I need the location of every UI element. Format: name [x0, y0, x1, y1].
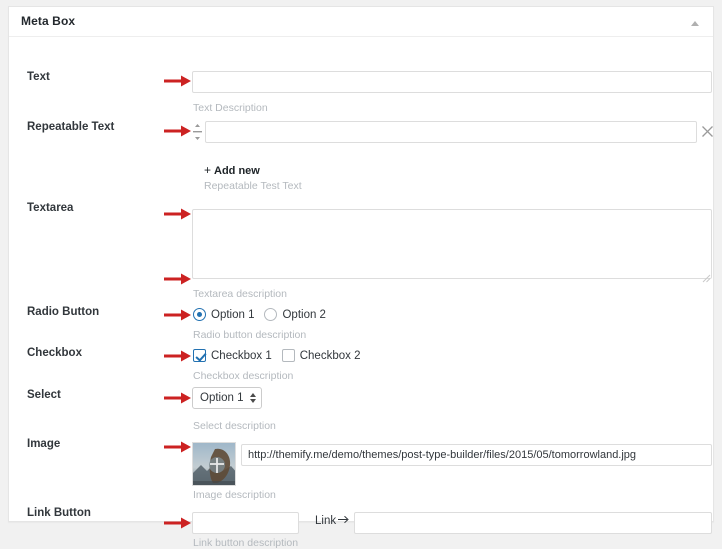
checkbox-icon-checked[interactable]	[193, 349, 206, 362]
plus-icon: +	[204, 163, 212, 177]
link-button-text-input[interactable]	[192, 512, 299, 534]
red-arrow-icon	[164, 441, 192, 453]
red-arrow-icon	[164, 273, 192, 285]
drag-handle-icon[interactable]	[192, 123, 203, 141]
checkbox-group: Checkbox 1 Checkbox 2	[193, 349, 360, 362]
text-input[interactable]	[192, 71, 712, 93]
image-thumbnail[interactable]	[192, 442, 236, 486]
checkbox-option-2-label: Checkbox 2	[299, 349, 361, 362]
field-label-link-button: Link Button	[27, 507, 91, 519]
field-label-checkbox: Checkbox	[27, 347, 82, 359]
red-arrow-icon	[164, 309, 192, 321]
field-description-select: Select description	[193, 420, 276, 432]
radio-icon-unchecked[interactable]	[264, 308, 278, 321]
add-new-label: Add new	[214, 165, 260, 177]
checkbox-icon-unchecked[interactable]	[281, 349, 295, 362]
field-description-link-button: Link button description	[193, 537, 299, 549]
field-description-textarea: Textarea description	[193, 288, 287, 300]
field-description-repeatable-text: Repeatable Test Text	[204, 180, 302, 192]
chevron-up-icon[interactable]	[685, 13, 705, 33]
checkbox-option-1-label: Checkbox 1	[211, 349, 272, 362]
add-new-link[interactable]: + Add new	[204, 163, 260, 177]
red-arrow-icon	[164, 392, 192, 404]
repeatable-text-input[interactable]	[205, 121, 697, 143]
link-url-input[interactable]	[354, 512, 712, 534]
meta-box-body: Text Text Description Repeatable Text + …	[9, 37, 715, 549]
chevron-updown-icon	[249, 391, 257, 405]
checkbox-option-2[interactable]: Checkbox 2	[281, 349, 361, 362]
textarea-input[interactable]	[192, 209, 712, 279]
checkbox-option-1[interactable]: Checkbox 1	[193, 349, 272, 362]
radio-option-1-label: Option 1	[211, 308, 255, 321]
close-x-icon[interactable]	[701, 125, 715, 139]
field-label-repeatable-text: Repeatable Text	[27, 121, 115, 133]
arrow-right-icon	[338, 515, 349, 527]
field-description-image: Image description	[193, 489, 276, 501]
meta-box-header: Meta Box	[9, 7, 713, 37]
field-description-text: Text Description	[193, 102, 268, 114]
link-label-text: Link	[315, 515, 337, 527]
radio-option-2-label: Option 2	[282, 308, 326, 321]
radio-group: Option 1 Option 2	[193, 308, 326, 321]
meta-box-panel: Meta Box Text Text Description Repeatabl…	[8, 6, 715, 549]
page-title: Meta Box	[21, 14, 76, 28]
radio-option-1[interactable]: Option 1	[193, 308, 254, 321]
field-label-select: Select	[27, 389, 61, 401]
link-inline-label: Link	[315, 515, 349, 527]
field-description-radio: Radio button description	[193, 329, 307, 341]
red-arrow-icon	[164, 350, 192, 362]
select-dropdown[interactable]: Option 1	[192, 387, 263, 409]
radio-icon-checked[interactable]	[193, 308, 206, 321]
radio-option-2[interactable]: Option 2	[264, 308, 326, 321]
red-arrow-icon	[164, 208, 192, 220]
field-label-textarea: Textarea	[27, 202, 74, 214]
field-label-text: Text	[27, 71, 50, 83]
select-value: Option 1	[200, 392, 244, 404]
red-arrow-icon	[164, 75, 192, 87]
red-arrow-icon	[164, 517, 192, 529]
red-arrow-icon	[164, 125, 192, 137]
image-url-input[interactable]	[241, 444, 712, 466]
field-description-checkbox: Checkbox description	[193, 370, 294, 382]
field-label-image: Image	[27, 438, 61, 450]
field-label-radio: Radio Button	[27, 306, 100, 318]
